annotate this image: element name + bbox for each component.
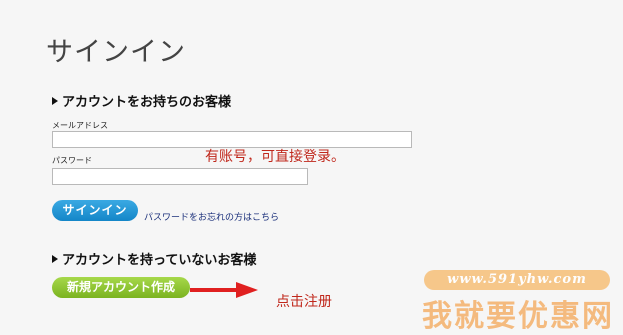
watermark-url: www.591yhw.com xyxy=(424,270,610,290)
email-label: メールアドレス xyxy=(52,121,108,130)
create-account-button[interactable]: 新規アカウント作成 xyxy=(52,277,190,298)
watermark-logo: 我就要优惠网 xyxy=(422,299,614,334)
forgot-password-link[interactable]: パスワードをお忘れの方はこちら xyxy=(144,210,279,223)
register-section-heading: アカウントを持っていないお客様 xyxy=(52,249,256,268)
signin-section-heading-text: アカウントをお持ちのお客様 xyxy=(62,95,232,110)
signin-button[interactable]: サインイン xyxy=(52,200,138,221)
triangle-bullet-icon xyxy=(52,96,58,105)
password-field[interactable] xyxy=(52,168,308,185)
signin-section-heading: アカウントをお持ちのお客様 xyxy=(52,91,231,110)
register-section-heading-text: アカウントを持っていないお客様 xyxy=(62,253,257,268)
password-label: パスワード xyxy=(52,156,92,165)
register-annotation: 点击注册 xyxy=(276,294,332,310)
page-title: サインイン xyxy=(46,37,186,68)
login-annotation: 有账号，可直接登录。 xyxy=(205,149,345,165)
red-arrow-icon xyxy=(190,282,258,298)
triangle-bullet-icon xyxy=(52,254,58,263)
